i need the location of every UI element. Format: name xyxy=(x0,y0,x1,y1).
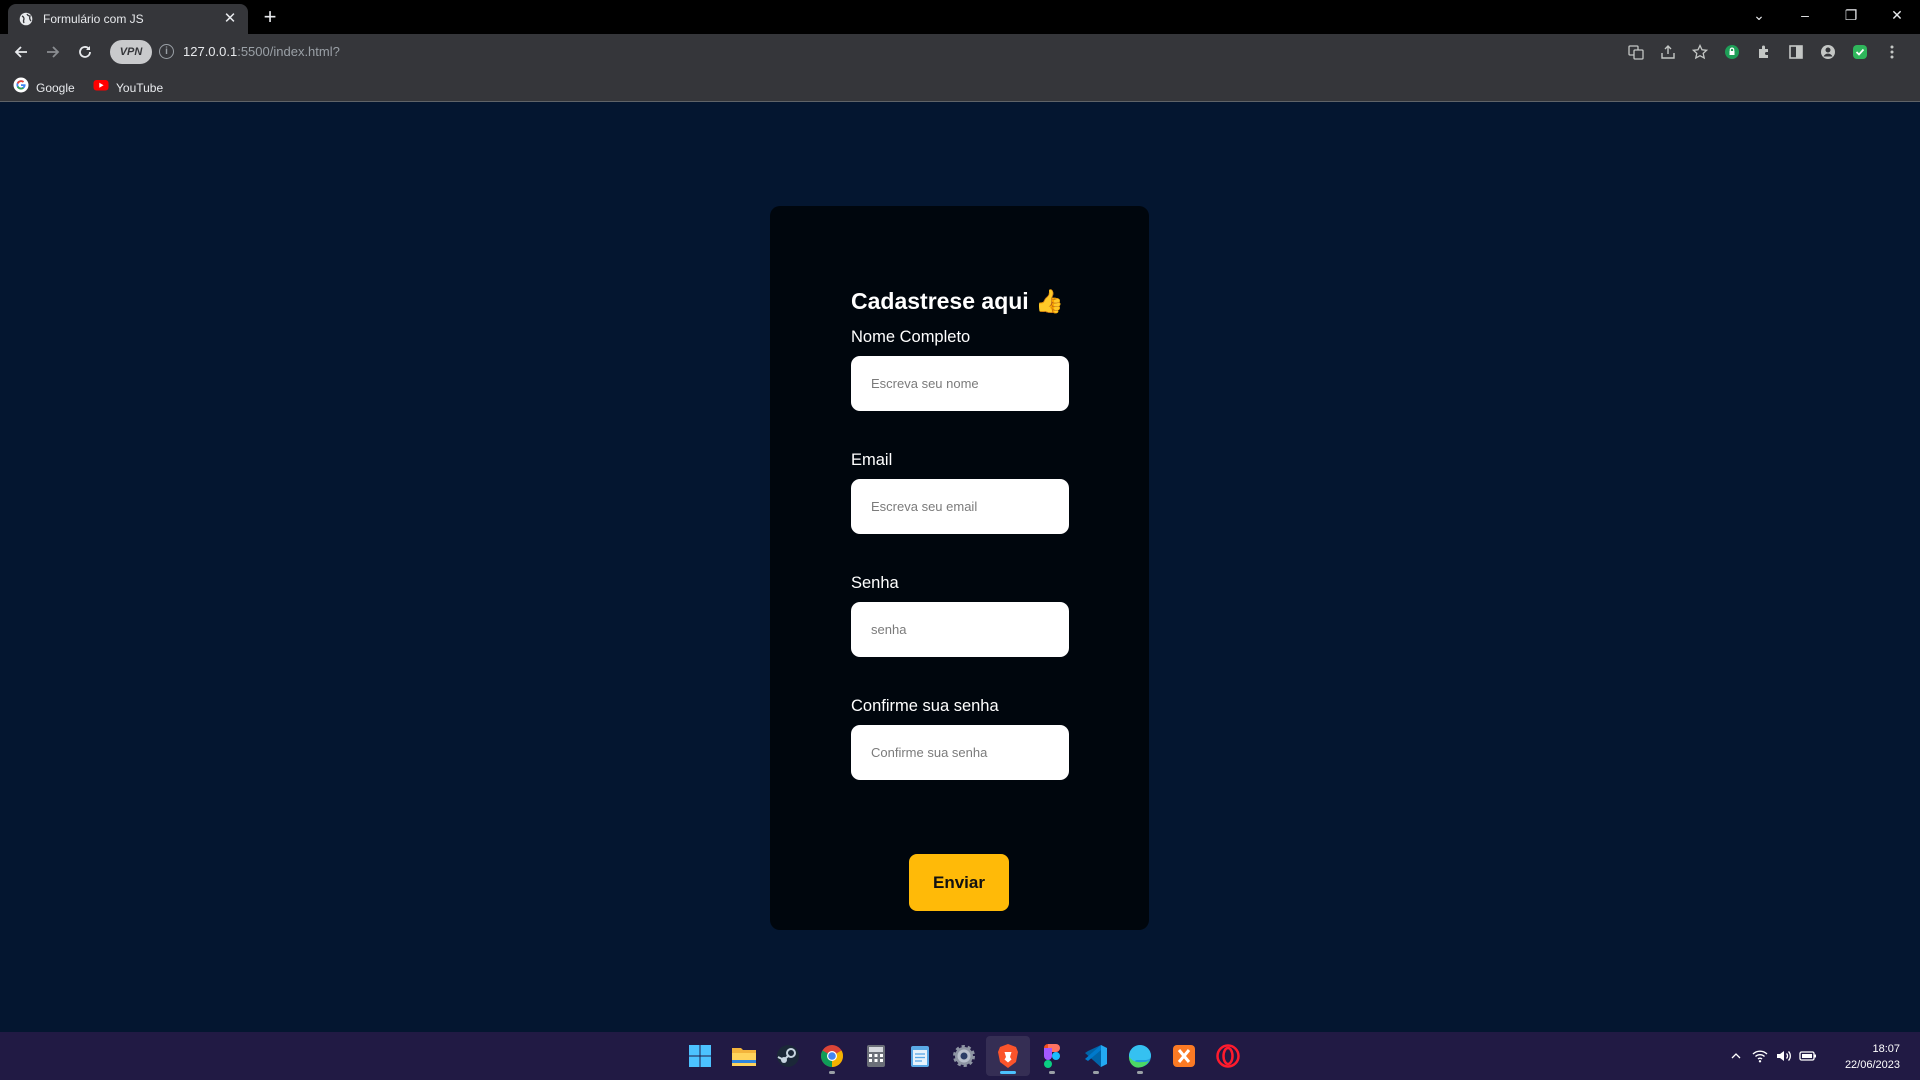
minimize-button[interactable]: – xyxy=(1782,0,1828,30)
forward-icon[interactable] xyxy=(43,42,63,62)
edge-icon[interactable] xyxy=(1118,1036,1162,1076)
bookmark-google[interactable]: Google xyxy=(13,77,75,98)
email-input[interactable] xyxy=(851,479,1069,534)
volume-icon[interactable] xyxy=(1772,1046,1796,1066)
restore-button[interactable]: ❐ xyxy=(1828,0,1874,30)
system-tray xyxy=(1724,1046,1820,1066)
tab-title: Formulário com JS xyxy=(43,12,144,26)
bookmark-star-icon[interactable] xyxy=(1684,42,1716,62)
taskbar: 18:07 22/06/2023 xyxy=(0,1032,1920,1080)
extensions-icon[interactable] xyxy=(1748,42,1780,62)
profile-icon[interactable] xyxy=(1812,42,1844,62)
bookmark-label: Google xyxy=(36,80,75,95)
security-extension-icon[interactable] xyxy=(1844,42,1876,62)
site-info-icon[interactable]: i xyxy=(159,44,174,59)
chevron-up-icon[interactable] xyxy=(1724,1046,1748,1066)
vpn-badge[interactable]: VPN xyxy=(110,40,152,64)
password-label: Senha xyxy=(851,574,899,592)
xampp-icon[interactable] xyxy=(1162,1036,1206,1076)
running-indicator xyxy=(1093,1071,1099,1074)
submit-button[interactable]: Enviar xyxy=(909,854,1009,911)
window-controls: ⌄ – ❐ ✕ xyxy=(1736,0,1920,30)
brave-icon[interactable] xyxy=(986,1036,1030,1076)
side-panel-icon[interactable] xyxy=(1780,42,1812,62)
steam-icon[interactable] xyxy=(766,1036,810,1076)
notepad-icon[interactable] xyxy=(898,1036,942,1076)
bookmark-youtube[interactable]: YouTube xyxy=(93,77,163,98)
reload-icon[interactable] xyxy=(75,42,95,62)
clock[interactable]: 18:07 22/06/2023 xyxy=(1845,1041,1900,1073)
email-label: Email xyxy=(851,451,893,469)
form-title: Cadastrese aqui 👍 xyxy=(851,288,1064,314)
address-bar[interactable]: 127.0.0.1:5500/index.html? xyxy=(183,44,340,59)
running-indicator xyxy=(1137,1071,1143,1074)
bookmarks-bar: Google YouTube xyxy=(0,70,1920,102)
vscode-icon[interactable] xyxy=(1074,1036,1118,1076)
url-host: 127.0.0.1 xyxy=(183,44,238,59)
clock-time: 18:07 xyxy=(1872,1043,1900,1055)
running-indicator xyxy=(829,1071,835,1074)
file-explorer-icon[interactable] xyxy=(722,1036,766,1076)
bookmark-label: YouTube xyxy=(116,80,164,95)
chrome-icon[interactable] xyxy=(810,1036,854,1076)
wifi-icon[interactable] xyxy=(1748,1046,1772,1066)
globe-icon xyxy=(18,11,34,27)
back-icon[interactable] xyxy=(11,42,31,62)
close-window-button[interactable]: ✕ xyxy=(1874,0,1920,30)
browser-toolbar: VPN i 127.0.0.1:5500/index.html? xyxy=(0,34,1920,70)
clock-date: 22/06/2023 xyxy=(1844,1059,1900,1071)
browser-tab[interactable]: Formulário com JS ✕ xyxy=(8,4,248,34)
toolbar-actions xyxy=(1620,42,1908,62)
calculator-icon[interactable] xyxy=(854,1036,898,1076)
page-viewport: Cadastrese aqui 👍 Nome Completo Email Se… xyxy=(0,102,1920,1032)
google-icon xyxy=(13,77,29,98)
close-tab-icon[interactable]: ✕ xyxy=(222,11,238,27)
running-indicator xyxy=(1049,1071,1055,1074)
battery-icon[interactable] xyxy=(1796,1046,1820,1066)
password-input[interactable] xyxy=(851,602,1069,657)
taskbar-apps xyxy=(678,1032,1250,1080)
name-input[interactable] xyxy=(851,356,1069,411)
confirm-password-input[interactable] xyxy=(851,725,1069,780)
tab-strip: Formulário com JS ✕ + ⌄ – ❐ ✕ xyxy=(0,0,1920,34)
signup-card: Cadastrese aqui 👍 Nome Completo Email Se… xyxy=(770,206,1149,930)
youtube-icon xyxy=(93,77,109,98)
translate-icon[interactable] xyxy=(1620,42,1652,62)
url-path: :5500/index.html? xyxy=(237,44,340,59)
menu-kebab-icon[interactable] xyxy=(1876,42,1908,62)
new-tab-button[interactable]: + xyxy=(260,6,280,28)
tab-search-icon[interactable]: ⌄ xyxy=(1736,0,1782,30)
settings-icon[interactable] xyxy=(942,1036,986,1076)
password-extension-icon[interactable] xyxy=(1716,42,1748,62)
confirm-password-label: Confirme sua senha xyxy=(851,697,999,715)
name-label: Nome Completo xyxy=(851,328,971,346)
opera-icon[interactable] xyxy=(1206,1036,1250,1076)
running-indicator xyxy=(1000,1071,1016,1074)
figma-icon[interactable] xyxy=(1030,1036,1074,1076)
start-icon[interactable] xyxy=(678,1036,722,1076)
share-icon[interactable] xyxy=(1652,42,1684,62)
